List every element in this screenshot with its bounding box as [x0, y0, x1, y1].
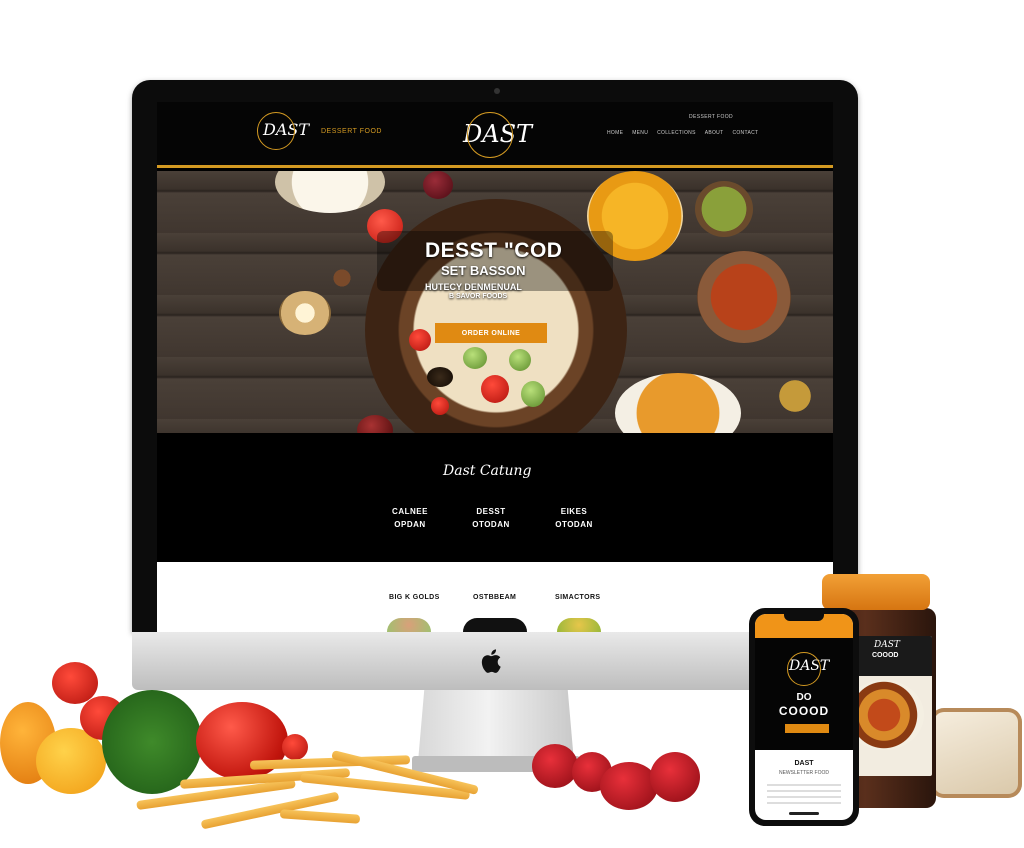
featured-item-2[interactable]: OSTBBEAM: [473, 594, 516, 601]
collection-item-2-sub: OTODAN: [472, 520, 510, 529]
fry-7: [279, 809, 361, 824]
bread-image: [930, 708, 1022, 798]
phone-text-lines: [767, 784, 841, 806]
hero-tagline: HUTECY DENMENUAL: [425, 282, 522, 292]
collection-item-1-sub: OPDAN: [394, 520, 426, 529]
phone-home-indicator: [789, 812, 819, 815]
collection-item-3-sub: OTODAN: [555, 520, 593, 529]
nut-image: [279, 291, 331, 335]
collection-item-3-title: EIKES: [560, 507, 588, 516]
featured-image-3: [557, 618, 601, 632]
phone-section-subtitle: NEWSLETTER FOOD: [778, 770, 829, 776]
phone-notch: [784, 614, 824, 621]
order-online-button[interactable]: ORDER ONLINE: [435, 323, 547, 343]
phone-hero-title: DO: [796, 692, 812, 703]
header-top-link[interactable]: DESSERT FOOD: [689, 114, 733, 120]
sauce-jar-lid: [822, 574, 930, 610]
veg-black: [427, 367, 453, 387]
herb-bowl-image: [695, 181, 753, 237]
featured-item-3[interactable]: SIMACTORS: [555, 594, 600, 601]
hero-title: DESST "COD: [425, 239, 563, 262]
cherry-image: [423, 171, 453, 199]
collections-section: Dast Catung CALNEE OPDAN DESST OTODAN EI…: [157, 433, 833, 562]
featured-image-1: [387, 618, 431, 632]
phone-order-button[interactable]: [785, 724, 829, 733]
cherry-tomato-image: [532, 744, 578, 788]
leaf-image: [769, 367, 821, 425]
hero-subtitle: SET BASSON: [441, 263, 526, 278]
nav-bar: HOME MENU COLLECTIONS ABOUT CONTACT: [607, 130, 758, 136]
collection-item-3[interactable]: EIKES OTODAN: [544, 505, 604, 531]
featured-item-1[interactable]: BIG K GOLDS: [389, 594, 440, 601]
veg-green: [463, 347, 487, 369]
star-anise-image: [325, 261, 359, 295]
collection-item-1[interactable]: CALNEE OPDAN: [380, 505, 440, 531]
soup-bowl-image: [615, 373, 741, 433]
collection-item-2[interactable]: DESST OTODAN: [461, 505, 521, 531]
nav-item-contact[interactable]: CONTACT: [732, 130, 758, 136]
cherry-tomato-image-4: [650, 752, 700, 802]
phone-hero-subtitle: COOOD: [778, 704, 830, 718]
nav-item-collections[interactable]: COLLECTIONS: [657, 130, 696, 136]
hero-banner: DESST "COD SET BASSON HUTECY DENMENUAL B…: [157, 171, 833, 433]
logo-main[interactable]: DAST: [463, 112, 532, 158]
jar-label-logo: DAST: [874, 640, 900, 650]
jar-label-text: COOOD: [872, 652, 899, 659]
veg-green-3: [509, 349, 531, 371]
veg-red-3: [431, 397, 449, 415]
camera-icon: [494, 88, 500, 94]
nav-item-home[interactable]: HOME: [607, 130, 623, 136]
logo-small[interactable]: DAST: [256, 112, 309, 150]
collection-item-1-title: CALNEE: [392, 507, 428, 516]
featured-image-2: [463, 618, 527, 632]
phone-screen: DAST DO COOOD DAST NEWSLETTER FOOD: [755, 614, 853, 820]
veg-red-2: [481, 375, 509, 403]
phone-device: DAST DO COOOD DAST NEWSLETTER FOOD: [749, 608, 859, 826]
spice-bowl-image: [697, 251, 791, 343]
cherry-tomato-image-3: [600, 762, 658, 810]
header-tagline: DESSERT FOOD: [321, 128, 382, 135]
small-tomato-image: [282, 734, 308, 760]
nav-item-about[interactable]: ABOUT: [705, 130, 724, 136]
hero-tagline-2: B SAVOR FOODS: [449, 293, 508, 300]
collection-item-2-title: DESST: [476, 507, 506, 516]
collections-title: Dast Catung: [443, 463, 532, 479]
veg-green-2: [521, 381, 545, 407]
phone-logo[interactable]: DAST: [786, 652, 829, 686]
veg-red: [409, 329, 431, 351]
cream-bowl-image: [275, 171, 385, 213]
site-header: DAST DESSERT FOOD DAST DESSERT FOOD HOME…: [157, 102, 833, 168]
nav-item-menu[interactable]: MENU: [632, 130, 648, 136]
phone-section-title: DAST: [794, 760, 814, 767]
featured-section: BIG K GOLDS OSTBBEAM SIMACTORS: [157, 562, 833, 632]
cherry-bottom-image: [357, 415, 393, 433]
imac-screen: DAST DESSERT FOOD DAST DESSERT FOOD HOME…: [157, 102, 833, 632]
apple-logo-icon: [481, 649, 501, 673]
